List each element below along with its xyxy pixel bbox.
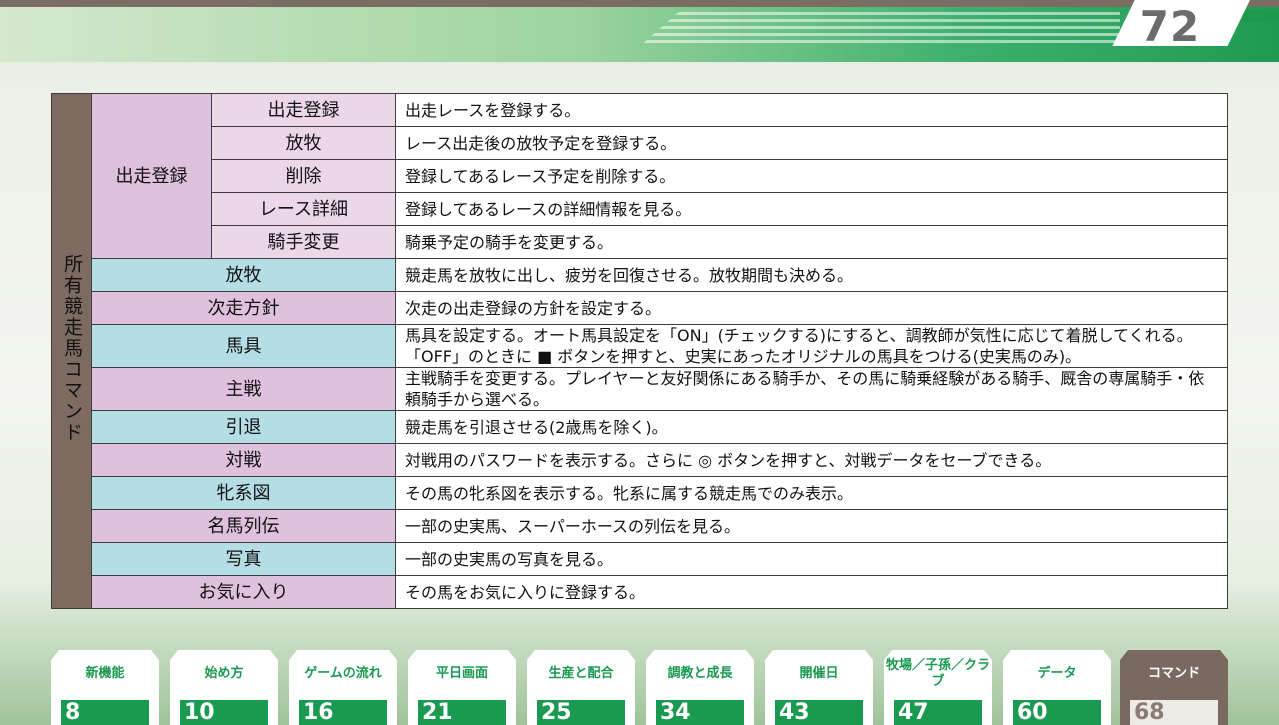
page-number: 72 [1139,2,1201,51]
nav-tab-page: 34 [656,700,744,725]
group-label: 出走登録 [91,93,212,259]
nav-tab-page: 16 [299,700,387,725]
command-table: 所有競走馬コマンド 出走登録 出走登録 出走レースを登録する。 放牧 レース出走… [51,93,1228,609]
nav-tab-commands[interactable]: コマンド 68 [1120,650,1228,725]
nav-tab-game-flow[interactable]: ゲームの流れ 16 [289,650,397,725]
nav-tab-page: 21 [418,700,506,725]
nav-tab-page: 68 [1130,700,1218,725]
command-desc: その馬の牝系図を表示する。牝系に属する競走馬でのみ表示。 [395,476,1228,510]
command-name: 対戦 [91,443,396,477]
command-name: 牝系図 [91,476,396,510]
command-name: 馬具 [91,324,396,368]
nav-tab-race-day[interactable]: 開催日 43 [765,650,873,725]
command-desc: 一部の史実馬、スーパーホースの列伝を見る。 [395,509,1228,543]
command-name: 次走方針 [91,291,396,325]
nav-tab-label: 始め方 [204,666,244,681]
sub-command-name: 放牧 [211,126,396,160]
nav-tab-label: データ [1037,666,1077,681]
nav-tab-data[interactable]: データ 60 [1003,650,1111,725]
nav-tab-page: 25 [537,700,625,725]
nav-tab-training[interactable]: 調教と成長 34 [646,650,754,725]
nav-tab-page: 47 [894,700,982,725]
nav-tab-label: 平日画面 [435,666,488,681]
nav-tab-label: 調教と成長 [667,666,733,681]
sub-command-name: 削除 [211,159,396,193]
sub-command-desc: 出走レースを登録する。 [395,93,1228,127]
nav-tab-label: 開催日 [799,666,839,681]
header-stripes [640,12,1120,46]
command-name: お気に入り [91,575,396,609]
sub-command-name: 騎手変更 [211,225,396,259]
command-name: 引退 [91,410,396,444]
command-desc: 競走馬を引退させる(2歳馬を除く)。 [395,410,1228,444]
command-name: 放牧 [91,258,396,292]
sub-command-name: 出走登録 [211,93,396,127]
sub-command-name: レース詳細 [211,192,396,226]
nav-tab-label: 新機能 [85,666,125,681]
nav-tab-label: 牧場／子孫／クラブ [885,658,990,689]
section-label-cell: 所有競走馬コマンド [51,93,92,609]
command-desc: 次走の出走登録の方針を設定する。 [395,291,1228,325]
nav-tab-label: ゲームの流れ [304,666,382,681]
nav-tab-page: 43 [775,700,863,725]
nav-tab-new-features[interactable]: 新機能 8 [51,650,159,725]
sub-command-desc: 登録してあるレースの詳細情報を見る。 [395,192,1228,226]
command-name: 写真 [91,542,396,576]
header-top-line [0,0,1279,7]
command-desc: 主戦騎手を変更する。プレイヤーと友好関係にある騎手か、その馬に騎乗経験がある騎手… [395,367,1228,411]
nav-tab-page: 10 [180,700,268,725]
sub-command-desc: 騎乗予定の騎手を変更する。 [395,225,1228,259]
nav-tab-breeding[interactable]: 生産と配合 25 [527,650,635,725]
nav-tab-getting-started[interactable]: 始め方 10 [170,650,278,725]
nav-tab-page: 60 [1013,700,1101,725]
nav-tab-page: 8 [61,700,149,725]
sub-command-desc: レース出走後の放牧予定を登録する。 [395,126,1228,160]
command-desc: 競走馬を放牧に出し、疲労を回復させる。放牧期間も決める。 [395,258,1228,292]
command-desc: 馬具を設定する。オート馬具設定を「ON」(チェックする)にすると、調教師が気性に… [395,324,1228,368]
command-desc: 一部の史実馬の写真を見る。 [395,542,1228,576]
sub-command-desc: 登録してあるレース予定を削除する。 [395,159,1228,193]
command-desc: その馬をお気に入りに登録する。 [395,575,1228,609]
nav-tab-ranch[interactable]: 牧場／子孫／クラブ 47 [884,650,992,725]
nav-tab-weekday-screen[interactable]: 平日画面 21 [408,650,516,725]
command-desc: 対戦用のパスワードを表示する。さらに ◎ ボタンを押すと、対戦データをセーブでき… [395,443,1228,477]
chapter-nav: 新機能 8 始め方 10 ゲームの流れ 16 平日画面 21 生産と配合 25 … [51,650,1228,725]
nav-tab-label: 生産と配合 [548,666,614,681]
nav-tab-label: コマンド [1147,666,1200,681]
command-name: 主戦 [91,367,396,411]
command-name: 名馬列伝 [91,509,396,543]
section-label: 所有競走馬コマンド [61,254,83,443]
